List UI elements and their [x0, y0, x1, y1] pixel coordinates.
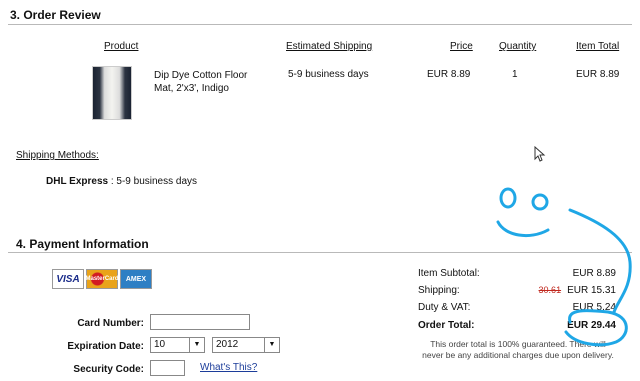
dropdown-arrow-icon: ▼	[264, 338, 279, 352]
guarantee-note: This order total is 100% guaranteed. The…	[396, 339, 640, 361]
divider	[8, 252, 632, 253]
duty-value: EUR 5.24	[572, 302, 616, 313]
summary-subtotal-row: Item Subtotal: EUR 8.89	[418, 268, 616, 279]
mouse-pointer-icon	[534, 146, 546, 162]
dropdown-arrow-icon: ▼	[189, 338, 204, 352]
col-quantity: Quantity	[499, 41, 537, 52]
col-product: Product	[104, 41, 139, 52]
product-thumbnail[interactable]	[92, 66, 132, 120]
shipping-old-value: 30.61	[538, 285, 562, 295]
col-price: Price	[450, 41, 473, 52]
shipping-detail: : 5-9 business days	[108, 176, 198, 187]
security-code-label: Security Code:	[73, 364, 144, 375]
order-review-title: 3. Order Review	[10, 8, 101, 22]
payment-title: 4. Payment Information	[16, 237, 149, 251]
col-estimated-shipping: Estimated Shipping	[286, 41, 373, 52]
product-name-line1: Dip Dye Cotton Floor	[154, 70, 248, 81]
summary-duty-row: Duty & VAT: EUR 5.24	[418, 302, 616, 313]
shipping-value: EUR 15.31	[567, 285, 616, 296]
item-quantity: 1	[512, 69, 518, 80]
card-number-input[interactable]	[150, 314, 250, 330]
note-line2: never be any additional charges due upon…	[422, 350, 614, 360]
shipping-method: DHL Express : 5-9 business days	[46, 176, 197, 187]
accepted-cards: VISA MasterCard AMEX	[52, 269, 152, 289]
item-shipping: 5-9 business days	[288, 69, 369, 80]
order-total-value: EUR 29.44	[567, 320, 616, 331]
product-name-line2: Mat, 2'x3', Indigo	[154, 83, 229, 94]
shipping-carrier: DHL Express	[46, 176, 109, 187]
note-line1: This order total is 100% guaranteed. The…	[430, 339, 606, 349]
card-number-label: Card Number:	[77, 318, 144, 329]
divider	[8, 24, 632, 25]
mastercard-card-icon: MasterCard	[86, 269, 119, 289]
visa-card-icon: VISA	[52, 269, 84, 289]
amex-card-icon: AMEX	[120, 269, 152, 289]
shipping-label: Shipping:	[418, 285, 460, 296]
exp-month-select[interactable]: 10 ▼	[150, 337, 205, 353]
summary-total-row: Order Total: EUR 29.44	[418, 320, 616, 331]
subtotal-label: Item Subtotal:	[418, 268, 480, 279]
item-total: EUR 8.89	[576, 69, 620, 80]
col-item-total: Item Total	[576, 41, 620, 52]
exp-year-value: 2012	[216, 339, 239, 350]
order-total-label: Order Total:	[418, 320, 475, 331]
item-price: EUR 8.89	[427, 69, 471, 80]
exp-year-select[interactable]: 2012 ▼	[212, 337, 280, 353]
shipping-methods-label: Shipping Methods:	[16, 150, 99, 161]
duty-label: Duty & VAT:	[418, 302, 471, 313]
summary-shipping-row: Shipping: 30.61 EUR 15.31	[418, 285, 616, 296]
subtotal-value: EUR 8.89	[572, 268, 616, 279]
security-code-input[interactable]	[150, 360, 185, 376]
whats-this-link[interactable]: What's This?	[200, 362, 257, 373]
expiration-label: Expiration Date:	[67, 341, 144, 352]
product-name[interactable]: Dip Dye Cotton Floor Mat, 2'x3', Indigo	[154, 69, 247, 95]
exp-month-value: 10	[154, 339, 166, 350]
